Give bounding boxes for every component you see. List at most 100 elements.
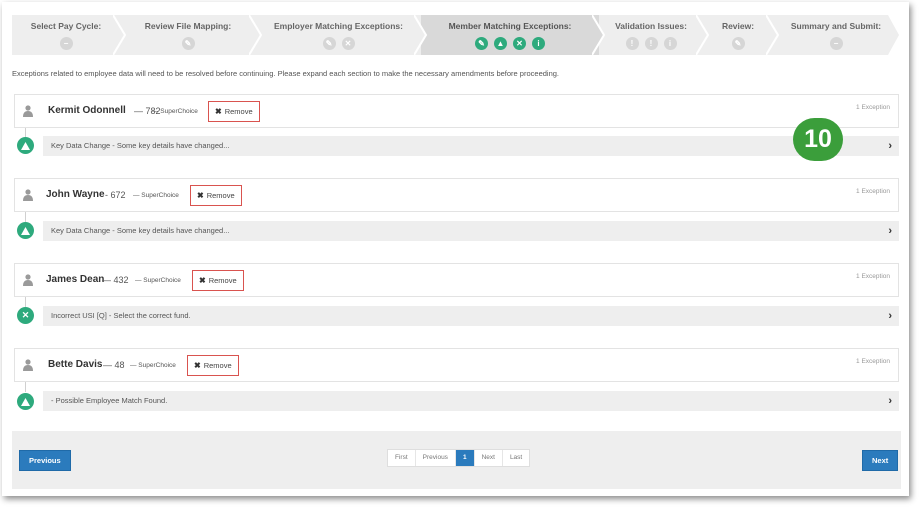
warning-triangle-icon <box>17 222 34 239</box>
status-icon: ! <box>644 37 658 50</box>
pagination-next[interactable]: Next <box>475 450 503 466</box>
person-icon <box>23 274 33 286</box>
footer-bar: Previous First Previous 1 Next Last Next <box>12 431 901 489</box>
employee-number: — 48 <box>103 360 125 370</box>
intro-text: Exceptions related to employee data will… <box>12 69 560 78</box>
annotation-badge: 10 <box>793 118 843 161</box>
remove-button[interactable]: ✖ Remove <box>192 270 244 291</box>
person-icon <box>23 105 33 117</box>
step-label: Validation Issues: <box>615 21 687 31</box>
close-icon: ✖ <box>199 276 206 285</box>
app-frame: Select Pay Cycle: − Review File Mapping:… <box>2 2 909 496</box>
pagination: First Previous 1 Next Last <box>387 449 531 467</box>
exception-header-james-dean[interactable]: James Dean — 432 — SuperChoice ✖ Remove 1… <box>14 263 899 297</box>
exception-issue-row[interactable]: Key Data Change - Some key details have … <box>43 221 899 241</box>
exception-header-john-wayne[interactable]: John Wayne - 672 — SuperChoice ✖ Remove 1… <box>14 178 899 212</box>
next-button[interactable]: Next <box>862 450 899 471</box>
step-separator-icon <box>592 15 606 55</box>
exception-count: 1 Exception <box>856 188 890 195</box>
chevron-right-icon[interactable]: › <box>888 391 892 411</box>
person-icon <box>23 359 33 371</box>
step-employer-matching-exceptions[interactable]: Employer Matching Exceptions: ✎ ✕ <box>256 15 421 55</box>
warning-triangle-icon: ▲ <box>494 37 507 50</box>
pagination-first[interactable]: First <box>388 450 416 466</box>
remove-label: Remove <box>206 191 235 200</box>
remove-button[interactable]: ✖ Remove <box>208 101 260 122</box>
close-icon: ✖ <box>194 361 201 370</box>
step-status-icon: − <box>829 37 843 50</box>
step-review-file-mapping[interactable]: Review File Mapping: ✎ <box>120 15 256 55</box>
issue-text: Key Data Change - Some key details have … <box>51 141 230 150</box>
close-icon: ✕ <box>341 37 355 50</box>
close-icon: ✖ <box>197 191 204 200</box>
chevron-right-icon[interactable]: › <box>888 306 892 326</box>
exception-header-kermit-odonnell[interactable]: Kermit Odonnell — 782 — SuperChoice ✖ Rem… <box>14 94 899 128</box>
exception-issue-row[interactable]: Key Data Change - Some key details have … <box>43 136 899 156</box>
warning-triangle-icon <box>17 137 34 154</box>
error-x-icon: ✕ <box>513 37 526 50</box>
warning-triangle-icon <box>17 393 34 410</box>
exception-count: 1 Exception <box>856 104 890 111</box>
exception-count: 1 Exception <box>856 358 890 365</box>
step-end-icon <box>888 15 902 55</box>
wizard-stepper: Select Pay Cycle: − Review File Mapping:… <box>12 15 902 55</box>
step-status-icon: − <box>59 37 73 50</box>
step-separator-icon <box>113 15 127 55</box>
pencil-icon: ✎ <box>322 37 336 50</box>
connector-line <box>25 382 26 392</box>
step-label: Review: <box>721 21 755 31</box>
connector-line <box>25 297 26 307</box>
employee-name: Bette Davis <box>48 359 103 370</box>
fund-name: — SuperChoice <box>133 192 179 199</box>
employee-number: - 672 <box>105 190 126 200</box>
remove-button[interactable]: ✖ Remove <box>187 355 239 376</box>
remove-button[interactable]: ✖ Remove <box>190 185 242 206</box>
exception-issue-row[interactable]: - Possible Employee Match Found. › <box>43 391 899 411</box>
connector-line <box>25 212 26 222</box>
pagination-page-1[interactable]: 1 <box>455 450 475 466</box>
issue-text: Key Data Change - Some key details have … <box>51 226 230 235</box>
step-separator-icon <box>696 15 710 55</box>
pagination-previous[interactable]: Previous <box>416 450 456 466</box>
fund-name: — SuperChoice <box>130 362 176 369</box>
pencil-icon: ✎ <box>181 37 195 50</box>
exception-header-bette-davis[interactable]: Bette Davis — 48 — SuperChoice ✖ Remove 1… <box>14 348 899 382</box>
employee-number: — 432 <box>102 275 129 285</box>
step-member-matching-exceptions[interactable]: Member Matching Exceptions: ✎ ▲ ✕ i <box>421 15 599 55</box>
step-label: Employer Matching Exceptions: <box>274 21 403 31</box>
close-icon: ✖ <box>215 107 222 116</box>
info-icon: i <box>663 37 677 50</box>
issue-text: Incorrect USI [Q] - Select the correct f… <box>51 311 191 320</box>
step-separator-icon <box>249 15 263 55</box>
step-label: Review File Mapping: <box>144 21 232 31</box>
employee-name: Kermit Odonnell <box>48 105 126 116</box>
status-icon: ! <box>625 37 639 50</box>
issue-text: - Possible Employee Match Found. <box>51 396 168 405</box>
info-icon: i <box>532 37 545 50</box>
remove-label: Remove <box>203 361 232 370</box>
remove-label: Remove <box>208 276 237 285</box>
step-label: Summary and Submit: <box>790 21 882 31</box>
employee-name: James Dean <box>46 274 105 285</box>
exception-count: 1 Exception <box>856 273 890 280</box>
chevron-right-icon[interactable]: › <box>888 136 892 156</box>
step-label: Select Pay Cycle: <box>30 21 102 31</box>
step-summary-and-submit[interactable]: Summary and Submit: − <box>773 15 899 55</box>
step-validation-issues[interactable]: Validation Issues: ! ! i <box>599 15 703 55</box>
pagination-last[interactable]: Last <box>503 450 529 466</box>
exception-issue-row[interactable]: Incorrect USI [Q] - Select the correct f… <box>43 306 899 326</box>
step-review[interactable]: Review: ✎ <box>703 15 773 55</box>
step-select-pay-cycle[interactable]: Select Pay Cycle: − <box>12 15 120 55</box>
pencil-icon: ✎ <box>475 37 488 50</box>
pencil-icon: ✎ <box>731 37 745 50</box>
remove-label: Remove <box>224 107 253 116</box>
employee-name: John Wayne <box>46 189 105 200</box>
step-separator-icon <box>414 15 428 55</box>
step-label: Member Matching Exceptions: <box>448 21 572 31</box>
step-separator-icon <box>766 15 780 55</box>
chevron-right-icon[interactable]: › <box>888 221 892 241</box>
previous-button[interactable]: Previous <box>19 450 71 471</box>
person-icon <box>23 189 33 201</box>
error-x-icon: ✕ <box>17 307 34 324</box>
fund-name: — SuperChoice <box>135 277 181 284</box>
